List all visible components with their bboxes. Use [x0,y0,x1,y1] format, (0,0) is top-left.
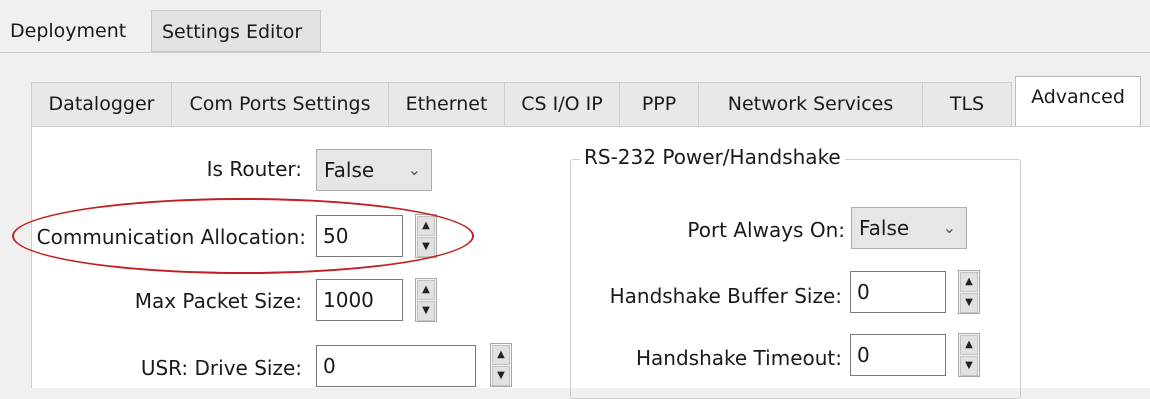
tab-settings-editor[interactable]: Settings Editor [151,10,321,52]
max-packet-size-input[interactable]: 1000 [316,279,403,321]
port-always-on-select[interactable]: False ⌄ [851,207,967,249]
handshake-buffer-size-spinner[interactable]: ▲ ▼ [958,270,980,314]
tab-tls[interactable]: TLS [922,82,1012,126]
is-router-value: False [324,158,375,182]
spinner-up-icon[interactable]: ▲ [417,216,435,236]
tab-ethernet[interactable]: Ethernet [388,82,505,126]
top-tab-divider [0,52,1150,53]
chevron-down-icon: ⌄ [407,160,421,179]
usr-drive-size-label: USR: Drive Size: [140,356,302,380]
handshake-buffer-size-label: Handshake Buffer Size: [609,284,842,308]
rs232-group-title: RS-232 Power/Handshake [580,145,845,169]
tab-network-services[interactable]: Network Services [698,82,923,126]
spinner-down-icon[interactable]: ▼ [417,237,435,257]
spinner-up-icon[interactable]: ▲ [960,335,978,355]
port-always-on-label: Port Always On: [687,218,845,242]
usr-drive-size-spinner[interactable]: ▲ ▼ [490,343,512,387]
handshake-timeout-label: Handshake Timeout: [636,346,842,370]
communication-allocation-label: Communication Allocation: [36,225,306,249]
port-always-on-value: False [859,216,910,240]
tab-datalogger[interactable]: Datalogger [31,82,172,126]
spinner-down-icon[interactable]: ▼ [960,293,978,313]
spinner-down-icon[interactable]: ▼ [960,356,978,376]
handshake-timeout-input[interactable]: 0 [850,334,946,376]
tab-cs-io-ip[interactable]: CS I/O IP [504,82,620,126]
spinner-up-icon[interactable]: ▲ [492,345,510,365]
spinner-down-icon[interactable]: ▼ [492,366,510,386]
tab-com-ports-settings[interactable]: Com Ports Settings [171,82,389,126]
chevron-down-icon: ⌄ [942,218,956,237]
tab-advanced[interactable]: Advanced [1015,76,1141,126]
tab-ppp[interactable]: PPP [619,82,699,126]
handshake-buffer-size-input[interactable]: 0 [850,271,946,313]
spinner-up-icon[interactable]: ▲ [960,272,978,292]
communication-allocation-spinner[interactable]: ▲ ▼ [415,214,437,258]
max-packet-size-label: Max Packet Size: [134,289,302,313]
tab-deployment[interactable]: Deployment [0,10,150,52]
is-router-label: Is Router: [206,157,302,181]
is-router-select[interactable]: False ⌄ [316,149,432,191]
spinner-down-icon[interactable]: ▼ [417,301,435,321]
usr-drive-size-input[interactable]: 0 [316,345,476,387]
sub-tab-bar: Datalogger Com Ports Settings Ethernet C… [31,76,1150,126]
handshake-timeout-spinner[interactable]: ▲ ▼ [958,333,980,377]
spinner-up-icon[interactable]: ▲ [417,280,435,300]
communication-allocation-input[interactable]: 50 [316,215,403,257]
max-packet-size-spinner[interactable]: ▲ ▼ [415,278,437,322]
